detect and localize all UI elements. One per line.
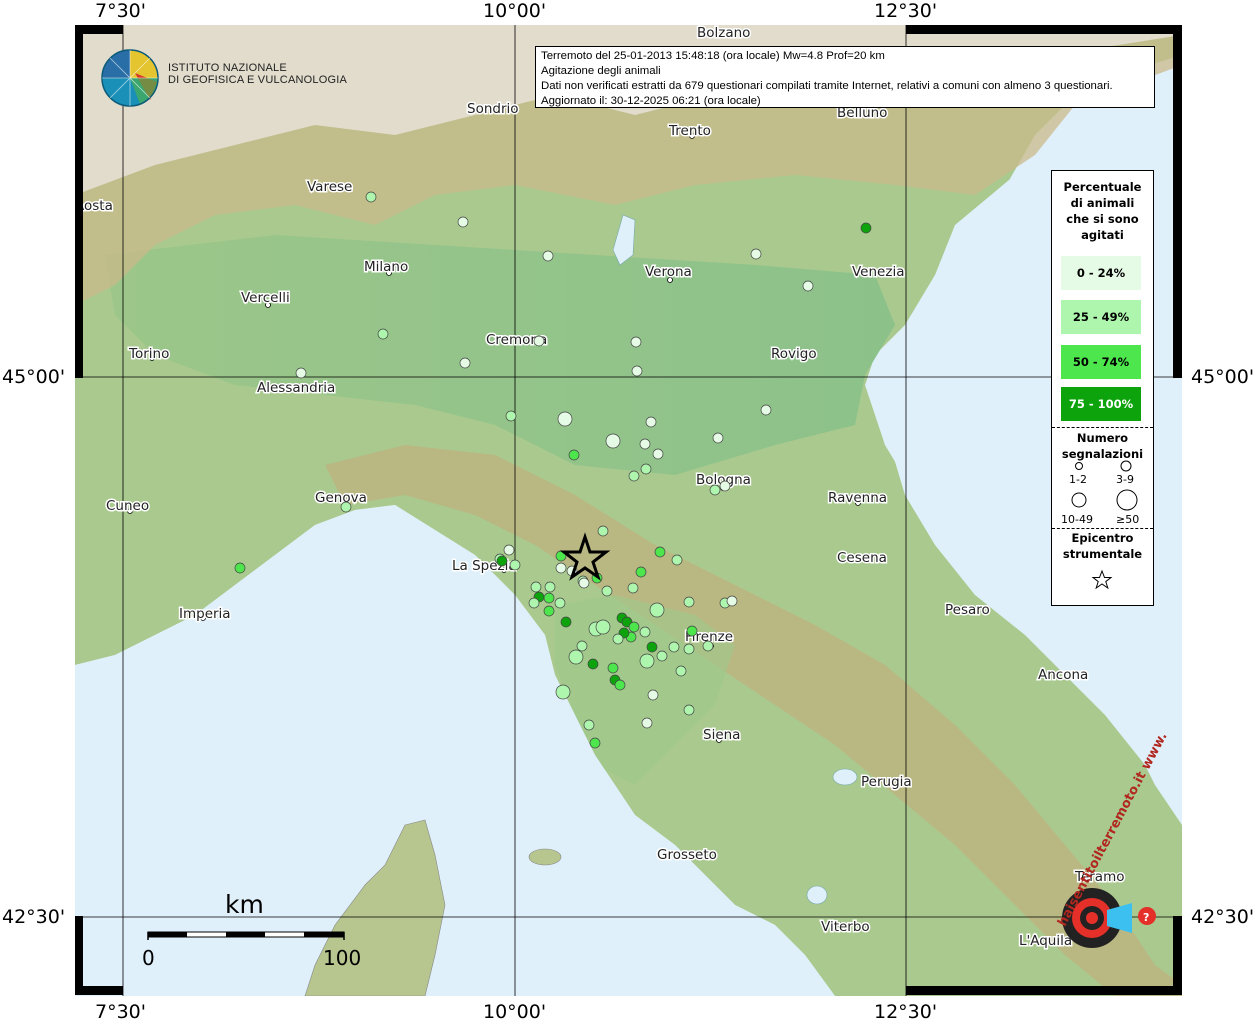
legend: Percentuale di animali che si sono agita…	[1051, 170, 1154, 606]
ingv-logo-icon	[101, 49, 159, 107]
city-viterbo: Viterbo	[821, 919, 870, 935]
scale-unit: km	[225, 890, 264, 919]
city-torino: Torino	[128, 346, 169, 362]
legend-separator-1	[1052, 427, 1153, 428]
legend-title-3: che si sono	[1066, 212, 1139, 226]
elba	[528, 848, 562, 866]
lat-label-left-2: 42°30'	[2, 906, 66, 928]
city-rovigo: Rovigo	[771, 346, 817, 362]
lon-label-bottom-1: 7°30'	[95, 1001, 146, 1023]
lake-trasimeno	[832, 768, 858, 786]
lon-label-bottom-2: 10°00'	[483, 1001, 547, 1023]
lon-label-top-2: 10°00'	[483, 0, 547, 22]
city-imperia: Imperia	[179, 606, 231, 622]
city-milano: Milano	[364, 259, 408, 275]
legend-title-2: di animali	[1070, 196, 1135, 210]
map[interactable]: Bolzano Sondrio Trento Belluno Aosta Var…	[75, 25, 1182, 996]
legend-epicenter-title-1: Epicentro	[1071, 531, 1134, 545]
city-vercelli: Vercelli	[241, 290, 290, 306]
city-laquila: L'Aquila	[1019, 933, 1072, 949]
institute-line1: ISTITUTO NAZIONALE	[168, 62, 287, 74]
lon-label-bottom-3: 12°30'	[874, 1001, 938, 1023]
frame-left-top	[75, 25, 83, 378]
city-perugia: Perugia	[861, 774, 912, 790]
city-sondrio: Sondrio	[467, 101, 519, 117]
institute-line2: DI GEOFISICA E VULCANOLOGIA	[168, 74, 347, 86]
city-alessandria: Alessandria	[257, 380, 335, 396]
city-verona: Verona	[645, 264, 692, 280]
legend-size-2: 3-9	[1116, 473, 1134, 486]
city-cesena: Cesena	[837, 550, 887, 566]
legend-count-title-1: Numero	[1076, 431, 1129, 445]
info-line2: Agitazione degli animali	[541, 65, 661, 77]
scale-end: 100	[323, 946, 362, 970]
legend-class-2: 50 - 74%	[1061, 345, 1141, 379]
legend-title-4: agitati	[1081, 228, 1124, 242]
legend-size-3: 10-49	[1061, 513, 1093, 526]
legend-class-0: 0 - 24%	[1061, 256, 1141, 290]
info-line1: Terremoto del 25-01-2013 15:48:18 (ora l…	[541, 50, 885, 62]
map-canvas: Bolzano Sondrio Trento Belluno Aosta Var…	[75, 25, 1182, 996]
frame-top-right	[906, 25, 1174, 34]
legend-epicenter-title-2: strumentale	[1062, 547, 1143, 561]
frame-right-bottom	[1173, 916, 1182, 995]
frame-left-bottom	[75, 916, 83, 995]
city-grosseto: Grosseto	[657, 847, 717, 863]
lat-label-left-1: 45°00'	[2, 366, 66, 388]
frame-right-top	[1173, 25, 1182, 378]
city-trento: Trento	[668, 123, 711, 139]
legend-class-1: 25 - 49%	[1061, 300, 1141, 334]
legend-size-1: 1-2	[1069, 473, 1087, 486]
city-bolzano: Bolzano	[697, 25, 750, 41]
city-ravenna: Ravenna	[828, 490, 887, 506]
city-pesaro: Pesaro	[945, 602, 990, 618]
lat-label-right-2: 42°30'	[1191, 906, 1255, 928]
legend-size-circles	[1071, 460, 1138, 511]
lake-bolsena	[806, 885, 828, 905]
city-ancona: Ancona	[1038, 667, 1088, 683]
scale-start: 0	[142, 946, 155, 970]
frame-bottom-right	[906, 986, 1182, 995]
info-line3: Dati non verificati estratti da 679 ques…	[541, 80, 1113, 92]
legend-star-icon	[1091, 569, 1113, 590]
legend-size-4: ≥50	[1116, 513, 1140, 526]
svg-text:?: ?	[1143, 911, 1149, 924]
info-box: Terremoto del 25-01-2013 15:48:18 (ora l…	[535, 46, 1155, 108]
lon-label-top-1: 7°30'	[95, 0, 146, 22]
legend-title-1: Percentuale	[1063, 180, 1142, 194]
legend-separator-2	[1052, 528, 1153, 529]
lat-label-right-1: 45°00'	[1191, 366, 1255, 388]
legend-class-3: 75 - 100%	[1061, 387, 1141, 421]
city-genova: Genova	[315, 490, 367, 506]
city-cuneo: Cuneo	[106, 498, 149, 514]
city-siena: Siena	[703, 727, 740, 743]
institute-name: ISTITUTO NAZIONALE DI GEOFISICA E VULCAN…	[168, 62, 347, 86]
city-venezia: Venezia	[852, 264, 904, 280]
info-line4: Aggiornato il: 30-12-2025 06:21 (ora loc…	[541, 95, 761, 107]
lon-label-top-3: 12°30'	[874, 0, 938, 22]
city-varese: Varese	[307, 179, 352, 195]
